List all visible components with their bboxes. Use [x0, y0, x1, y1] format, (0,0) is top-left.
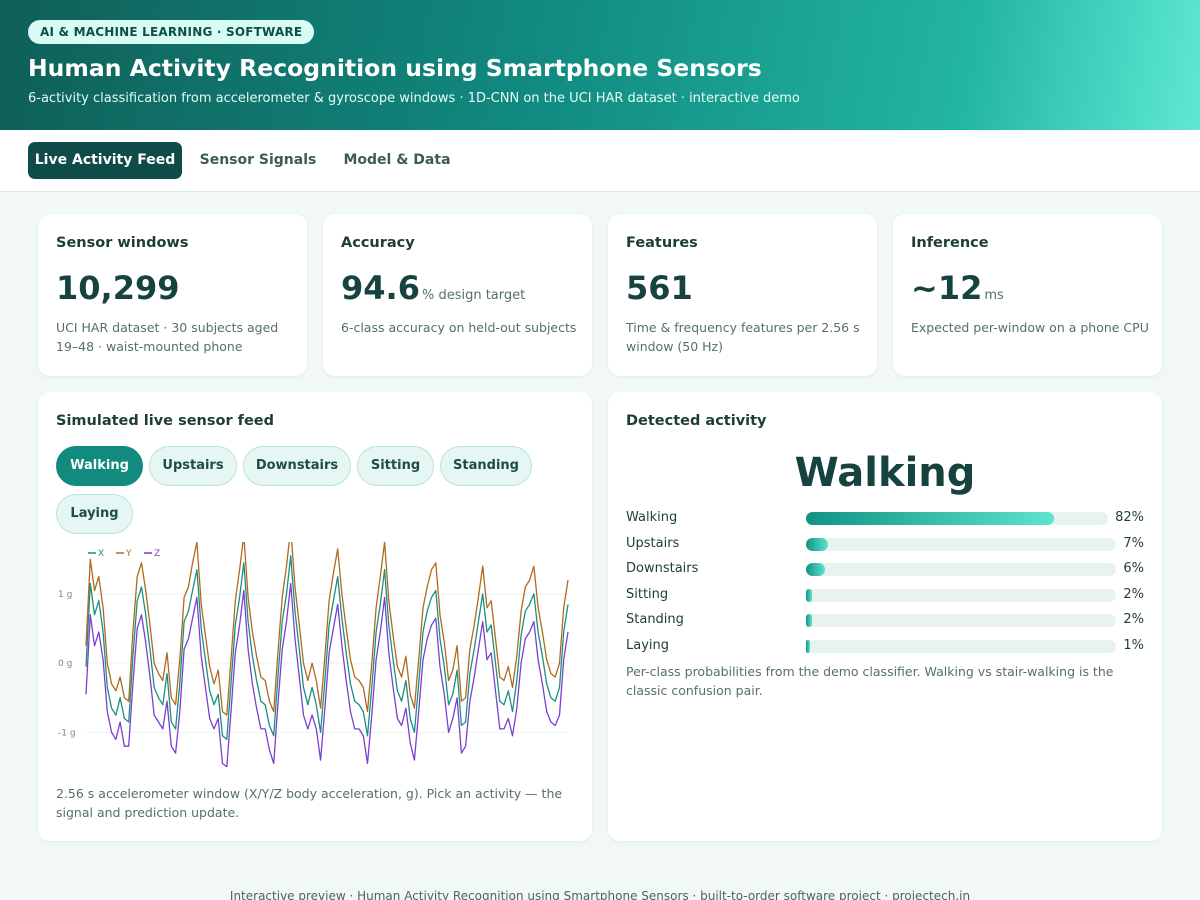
stat-description: Expected per-window on a phone CPU	[911, 320, 1149, 335]
page-footer: Interactive preview · Human Activity Rec…	[229, 889, 971, 900]
sensor-feed-chart: 1 g 0 g -1 g X Y Z	[58, 542, 569, 767]
series-line-x	[85, 555, 569, 740]
prob-row-upstairs: Upstairs 7%	[626, 534, 1144, 554]
stat-description: Time & frequency features per 2.56 s win…	[626, 320, 860, 354]
prob-bar-track	[806, 640, 1116, 653]
stat-card-features: Features 561 Time & frequency features p…	[608, 214, 877, 376]
tab-model-data[interactable]: Model & Data	[336, 142, 458, 179]
chart-y-ticks: 1 g 0 g -1 g	[58, 590, 76, 738]
detected-activity-card: Detected activity Walking Walking 82% Up…	[608, 392, 1162, 841]
stat-card-accuracy: Accuracy 94.6% design target 6-class acc…	[323, 214, 592, 376]
activity-chip-walking[interactable]: Walking	[56, 446, 143, 486]
feed-caption: 2.56 s accelerometer window (X/Y/Z body …	[56, 786, 563, 820]
detected-activity-label: Walking	[794, 450, 976, 496]
prob-bar-fill	[806, 589, 813, 602]
prob-row-laying: Laying 1%	[626, 636, 1144, 656]
activity-chip-standing[interactable]: Standing	[440, 446, 532, 486]
prob-percent: 82%	[1115, 510, 1144, 525]
stat-label: Accuracy	[341, 235, 415, 251]
y-tick-label: -1 g	[58, 728, 76, 738]
prob-row-walking: Walking 82%	[626, 508, 1144, 528]
prob-bar-fill	[806, 640, 810, 653]
prob-label: Upstairs	[626, 536, 680, 551]
prob-percent: 1%	[1123, 638, 1144, 653]
stat-description: 6-class accuracy on held-out subjects	[341, 320, 577, 335]
stat-value: ~12 ms	[911, 269, 1004, 307]
prob-percent: 2%	[1123, 612, 1144, 627]
activity-chip-upstairs[interactable]: Upstairs	[149, 446, 237, 486]
stat-value: 561	[626, 269, 693, 307]
hero-banner: AI & MACHINE LEARNING · SOFTWARE Human A…	[0, 0, 1200, 130]
chart-legend: X Y Z	[88, 549, 160, 559]
prob-label: Sitting	[626, 587, 669, 602]
live-feed-card: Simulated live sensor feed Walking Upsta…	[38, 392, 592, 841]
series-line-z	[85, 582, 569, 767]
prob-bar-fill	[806, 614, 813, 627]
stat-value: 10,299	[56, 269, 180, 307]
stat-label: Features	[626, 235, 698, 251]
stat-label: Inference	[911, 235, 989, 251]
activity-chip-downstairs[interactable]: Downstairs	[243, 446, 351, 486]
prob-bar-track	[806, 538, 1116, 551]
prob-label: Downstairs	[626, 561, 699, 576]
category-badge: AI & MACHINE LEARNING · SOFTWARE	[28, 20, 315, 44]
prob-row-standing: Standing 2%	[626, 610, 1144, 630]
tab-bar: Live Activity Feed Sensor Signals Model …	[0, 130, 1200, 192]
prob-bar-fill	[806, 563, 825, 576]
feed-title: Simulated live sensor feed	[56, 413, 275, 429]
prob-label: Standing	[626, 612, 684, 627]
detected-title: Detected activity	[626, 413, 767, 429]
tab-sensor-signals[interactable]: Sensor Signals	[194, 142, 322, 179]
stat-label: Sensor windows	[56, 235, 189, 251]
stat-value: 94.6% design target	[341, 269, 526, 307]
detected-caption: Per-class probabilities from the demo cl…	[626, 664, 1114, 698]
stat-description: UCI HAR dataset · 30 subjects aged 19–48…	[56, 320, 279, 354]
prob-bar-track	[806, 563, 1116, 576]
prob-bar-fill	[806, 512, 1054, 525]
page-title: Human Activity Recognition using Smartph…	[28, 54, 762, 82]
page-subtitle: 6-activity classification from accelerom…	[28, 91, 800, 106]
prob-percent: 7%	[1123, 536, 1144, 551]
tab-live-activity-feed[interactable]: Live Activity Feed	[28, 142, 182, 179]
prob-label: Laying	[626, 638, 670, 653]
chart-series	[85, 542, 569, 767]
y-tick-label: 0 g	[58, 659, 72, 669]
prob-bar-track	[806, 614, 1116, 627]
prob-bar-fill	[806, 538, 828, 551]
stat-card-inference: Inference ~12 ms Expected per-window on a…	[893, 214, 1162, 376]
stat-card-sensor-windows: Sensor windows 10,299 UCI HAR dataset · …	[38, 214, 307, 376]
legend-label: Z	[154, 549, 160, 559]
activity-chip-laying[interactable]: Laying	[56, 494, 133, 534]
prob-bar-track	[806, 589, 1116, 602]
prob-row-sitting: Sitting 2%	[626, 585, 1144, 605]
activity-chip-sitting[interactable]: Sitting	[357, 446, 434, 486]
prob-bar-track	[806, 512, 1108, 525]
prob-percent: 6%	[1123, 561, 1144, 576]
prob-percent: 2%	[1123, 587, 1144, 602]
legend-label: Y	[125, 549, 132, 559]
prob-row-downstairs: Downstairs 6%	[626, 559, 1144, 579]
y-tick-label: 1 g	[58, 590, 72, 600]
prob-label: Walking	[626, 510, 678, 525]
legend-label: X	[98, 549, 104, 559]
